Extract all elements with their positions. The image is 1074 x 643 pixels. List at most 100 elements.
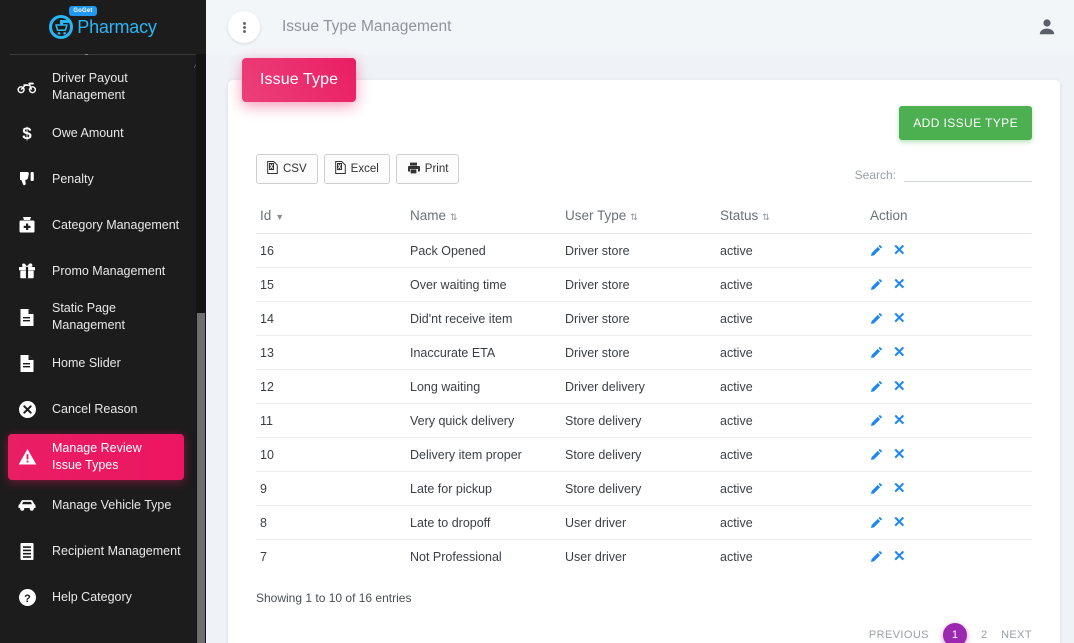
cell-action: ✕ [866, 233, 1032, 268]
sidebar-item-owe-amount[interactable]: $ Owe Amount [0, 110, 206, 156]
kebab-dot [242, 21, 246, 25]
sidebar-item-manage-vehicle-type[interactable]: Manage Vehicle Type [0, 482, 206, 528]
table-row: 7 Not Professional User driver active ✕ [256, 539, 1032, 573]
column-header-id[interactable]: Id ▼ [256, 202, 406, 234]
cell-action: ✕ [866, 369, 1032, 404]
add-issue-type-button[interactable]: ADD ISSUE TYPE [899, 106, 1032, 140]
cell-id: 15 [256, 267, 406, 302]
sidebar-item-label: Category Management [52, 217, 180, 232]
sidebar-item-home-slider[interactable]: Home Slider [0, 340, 206, 386]
column-header-status[interactable]: Status ⇅ [716, 202, 866, 234]
user-account-icon[interactable] [1038, 18, 1056, 36]
brand-logo[interactable]: GoGet Pharmacy [0, 0, 206, 54]
gift-icon [14, 262, 40, 280]
edit-pencil-icon[interactable] [870, 312, 883, 325]
delete-x-icon[interactable]: ✕ [893, 515, 906, 530]
cell-user-type: Driver store [561, 267, 716, 302]
table-row: 15 Over waiting time Driver store active ✕ [256, 267, 1032, 302]
cell-status: active [716, 301, 866, 336]
cell-user-type: Store delivery [561, 403, 716, 438]
cell-status: active [716, 335, 866, 370]
pagination-next[interactable]: NEXT [1001, 629, 1032, 641]
search-input[interactable] [904, 162, 1032, 182]
cell-name: Long waiting [406, 369, 561, 404]
cell-user-type: Driver store [561, 233, 716, 268]
delete-x-icon[interactable]: ✕ [893, 447, 906, 462]
sidebar-item-static-page-management[interactable]: Static Page Management [0, 294, 206, 340]
edit-pencil-icon[interactable] [870, 278, 883, 291]
sidebar-scrollbar-thumb[interactable] [197, 313, 205, 643]
pagination-page-1[interactable]: 1 [942, 623, 967, 643]
sidebar-item-recipient-management[interactable]: Recipient Management [0, 528, 206, 574]
table-row: 9 Late for pickup Store delivery active ✕ [256, 471, 1032, 506]
cell-user-type: Driver delivery [561, 369, 716, 404]
delete-x-icon[interactable]: ✕ [893, 379, 906, 394]
sidebar-item-label: Owe Amount [52, 125, 124, 140]
print-button[interactable]: Print [395, 154, 460, 184]
column-header-name[interactable]: Name ⇅ [406, 202, 561, 234]
edit-pencil-icon[interactable] [870, 550, 883, 563]
kebab-menu-icon[interactable] [228, 11, 260, 43]
sidebar-item-label: Static Page Management [52, 301, 125, 332]
pagination-previous[interactable]: PREVIOUS [869, 629, 929, 641]
sidebar-scrollbar-track[interactable] [196, 48, 206, 643]
kebab-dot [242, 25, 246, 29]
edit-pencil-icon[interactable] [870, 244, 883, 257]
cell-name: Pack Opened [406, 233, 561, 268]
cell-action: ✕ [866, 505, 1032, 540]
sidebar-item-label: Penalty [52, 171, 94, 186]
sidebar-item-manage-review-issue-types[interactable]: Manage Review Issue Types [8, 434, 184, 480]
card-title-badge: Issue Type [242, 58, 357, 102]
sidebar-item-penalty[interactable]: Penalty [0, 156, 206, 202]
cell-name: Delivery item proper [406, 437, 561, 472]
delete-x-icon[interactable]: ✕ [893, 345, 906, 360]
cell-status: active [716, 471, 866, 506]
table-row: 14 Did'nt receive item Driver store active ✕ [256, 301, 1032, 336]
edit-pencil-icon[interactable] [870, 380, 883, 393]
delete-x-icon[interactable]: ✕ [893, 277, 906, 292]
export-excel-label: Excel [350, 163, 379, 175]
sidebar-item-cancel-reason[interactable]: Cancel Reason [0, 386, 206, 432]
column-label: Name [410, 208, 447, 223]
document-icon [14, 308, 40, 327]
edit-pencil-icon[interactable] [870, 448, 883, 461]
cell-name: Over waiting time [406, 267, 561, 302]
delete-x-icon[interactable]: ✕ [893, 549, 906, 564]
sidebar-scroll-area[interactable]: ^ Management [0, 48, 206, 643]
column-header-user-type[interactable]: User Type ⇅ [561, 202, 716, 234]
cell-action: ✕ [866, 539, 1032, 573]
edit-pencil-icon[interactable] [870, 346, 883, 359]
delete-x-icon[interactable]: ✕ [893, 481, 906, 496]
sidebar-nav: Management Driver Payout Management [0, 48, 206, 620]
export-excel-button[interactable]: Excel [323, 154, 390, 184]
pagination: PREVIOUS 1 2 NEXT [256, 623, 1032, 643]
column-label: User Type [565, 208, 627, 223]
cell-id: 9 [256, 471, 406, 506]
edit-pencil-icon[interactable] [870, 482, 883, 495]
sidebar-item-label: Manage Review Issue Types [52, 441, 142, 472]
delete-x-icon[interactable]: ✕ [893, 311, 906, 326]
edit-pencil-icon[interactable] [870, 414, 883, 427]
sidebar-item-category-management[interactable]: Category Management [0, 202, 206, 248]
cell-name: Very quick delivery [406, 403, 561, 438]
delete-x-icon[interactable]: ✕ [893, 243, 906, 258]
sidebar-item-promo-management[interactable]: Promo Management [0, 248, 206, 294]
print-label: Print [424, 163, 449, 175]
sidebar-item-help-category[interactable]: ? Help Category [0, 574, 206, 620]
export-csv-button[interactable]: CSV [256, 154, 318, 184]
cell-id: 11 [256, 403, 406, 438]
file-excel-icon [267, 161, 278, 177]
cell-user-type: User driver [561, 539, 716, 573]
app-root: GoGet Pharmacy ^ Management [0, 0, 1074, 643]
cell-action: ✕ [866, 403, 1032, 438]
card-area: Issue Type ADD ISSUE TYPE CSV Excel Prin… [206, 54, 1074, 643]
edit-pencil-icon[interactable] [870, 516, 883, 529]
pagination-page-2[interactable]: 2 [981, 629, 987, 641]
cell-status: active [716, 233, 866, 268]
sidebar-item-driver-payout-management[interactable]: Driver Payout Management [0, 64, 206, 110]
column-label: Id [260, 208, 272, 223]
delete-x-icon[interactable]: ✕ [893, 413, 906, 428]
warning-triangle-icon [14, 448, 40, 466]
issue-type-card: Issue Type ADD ISSUE TYPE CSV Excel Prin… [228, 58, 1060, 643]
printer-icon [407, 162, 420, 177]
